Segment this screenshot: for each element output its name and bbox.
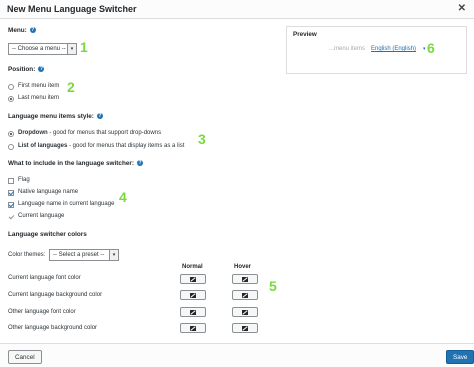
color-row-label: Current language font color bbox=[8, 275, 81, 281]
style-option-list-desc: - good for menus that display items as a… bbox=[67, 143, 185, 149]
help-icon[interactable]: ? bbox=[96, 113, 103, 120]
include-name-current-label: Language name in current language bbox=[18, 201, 115, 207]
color-themes-select-value: -- Select a preset -- bbox=[53, 252, 105, 258]
dialog-titlebar: New Menu Language Switcher ✕ bbox=[0, 0, 474, 19]
chevron-down-icon: ▾ bbox=[67, 44, 76, 54]
dialog-footer: Cancel Save bbox=[0, 343, 474, 367]
color-row-label: Other language background color bbox=[8, 325, 98, 331]
color-themes-select[interactable]: -- Select a preset -- ▾ bbox=[49, 249, 119, 261]
annotation-marker-5: 5 bbox=[269, 278, 277, 294]
position-option-first: First menu item bbox=[18, 83, 60, 89]
color-picker-button[interactable] bbox=[232, 274, 258, 284]
color-picker-icon bbox=[190, 326, 196, 331]
color-picker-button[interactable] bbox=[180, 323, 206, 333]
include-label-text: What to include in the language switcher… bbox=[8, 160, 135, 167]
color-picker-icon bbox=[190, 310, 196, 315]
position-radio-first[interactable] bbox=[8, 84, 14, 90]
color-themes-label: Color themes: bbox=[8, 252, 46, 258]
annotation-marker-2: 2 bbox=[67, 79, 75, 95]
color-picker-icon bbox=[242, 277, 248, 282]
position-radio-last[interactable] bbox=[8, 96, 14, 102]
cancel-button[interactable]: Cancel bbox=[8, 350, 42, 364]
colors-label: Language switcher colors bbox=[8, 231, 87, 238]
save-button[interactable]: Save bbox=[446, 350, 474, 364]
preview-menu-items: ...menu items bbox=[329, 46, 366, 52]
chevron-down-icon: ▾ bbox=[109, 250, 118, 260]
column-hover: Hover bbox=[234, 264, 252, 270]
color-picker-button[interactable] bbox=[180, 274, 206, 284]
include-name-current-checkbox[interactable] bbox=[8, 202, 14, 208]
menu-label: Menu:? bbox=[8, 27, 36, 34]
annotation-marker-6: 6 bbox=[427, 40, 435, 56]
color-picker-button[interactable] bbox=[180, 307, 206, 317]
annotation-marker-3: 3 bbox=[198, 131, 206, 147]
color-row-label: Other language font color bbox=[8, 309, 76, 315]
style-option-list-name: List of languages bbox=[18, 143, 68, 149]
dialog-title: New Menu Language Switcher bbox=[7, 4, 137, 14]
style-radio-list[interactable] bbox=[8, 144, 14, 150]
include-flag-label: Flag bbox=[18, 177, 30, 183]
menu-label-text: Menu: bbox=[8, 27, 27, 34]
help-icon[interactable]: ? bbox=[38, 66, 45, 73]
color-picker-icon bbox=[190, 277, 196, 282]
color-picker-button[interactable] bbox=[232, 290, 258, 300]
position-label-text: Position: bbox=[8, 66, 36, 73]
style-option-dropdown-desc: - good for menus that support drop-downs bbox=[47, 130, 162, 136]
menu-select[interactable]: -- Choose a menu -- ▾ bbox=[8, 43, 77, 55]
include-label: What to include in the language switcher… bbox=[8, 160, 144, 167]
style-option-list: List of languages - good for menus that … bbox=[18, 143, 184, 149]
color-picker-button[interactable] bbox=[232, 307, 258, 317]
help-icon[interactable]: ? bbox=[29, 27, 36, 34]
color-picker-button[interactable] bbox=[232, 323, 258, 333]
annotation-marker-1: 1 bbox=[80, 39, 88, 55]
style-option-dropdown: Dropdown - good for menus that support d… bbox=[18, 130, 161, 136]
color-picker-icon bbox=[190, 293, 196, 298]
position-option-last: Last menu item bbox=[18, 95, 60, 101]
color-picker-icon bbox=[242, 293, 248, 298]
include-current-language-label: Current language bbox=[18, 213, 65, 219]
column-normal: Normal bbox=[182, 264, 203, 270]
color-picker-icon bbox=[242, 310, 248, 315]
style-radio-dropdown[interactable] bbox=[8, 131, 14, 137]
color-picker-button[interactable] bbox=[180, 290, 206, 300]
include-current-language-check[interactable] bbox=[8, 214, 14, 220]
preview-current-language-link[interactable]: English (English) bbox=[371, 46, 416, 52]
style-label: Language menu items style:? bbox=[8, 113, 103, 120]
position-label: Position:? bbox=[8, 66, 45, 73]
include-flag-checkbox[interactable] bbox=[8, 178, 14, 184]
preview-panel: Preview ...menu items English (English) … bbox=[286, 26, 467, 74]
style-option-dropdown-name: Dropdown bbox=[18, 130, 48, 136]
menu-select-value: -- Choose a menu -- bbox=[12, 46, 66, 52]
annotation-marker-4: 4 bbox=[119, 189, 127, 205]
include-native-name-checkbox[interactable] bbox=[8, 190, 14, 196]
close-icon[interactable]: ✕ bbox=[458, 3, 466, 14]
color-picker-icon bbox=[242, 326, 248, 331]
caret-down-icon: ▾ bbox=[423, 46, 426, 52]
preview-title: Preview bbox=[293, 31, 317, 38]
color-row-label: Current language background color bbox=[8, 292, 103, 298]
help-icon[interactable]: ? bbox=[137, 160, 144, 167]
style-label-text: Language menu items style: bbox=[8, 113, 94, 120]
include-native-name-label: Native language name bbox=[18, 189, 79, 195]
